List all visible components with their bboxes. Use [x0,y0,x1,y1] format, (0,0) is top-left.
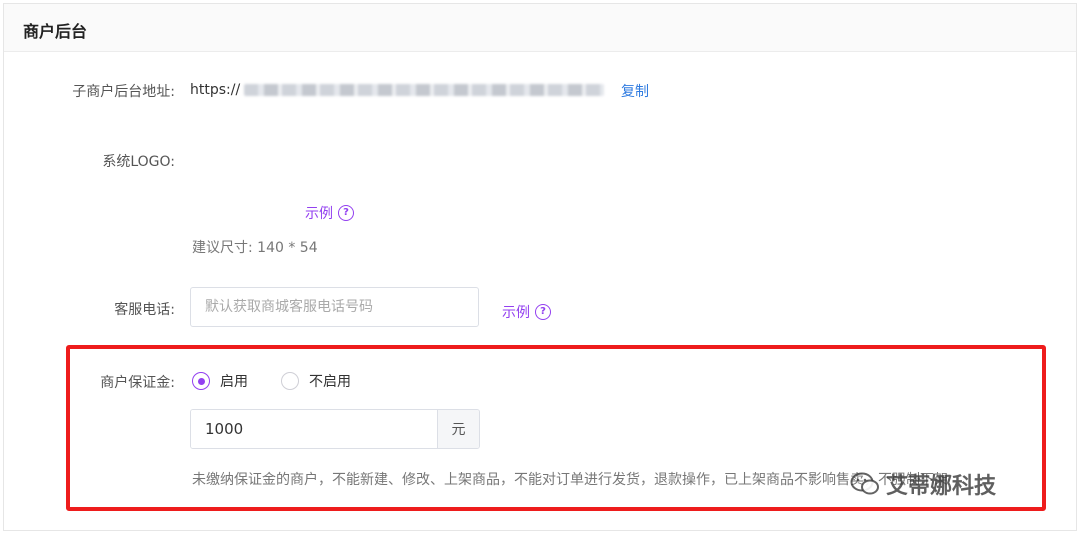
question-circle-icon: ? [338,205,354,221]
radio-selected-icon [192,372,210,390]
deposit-disable-label: 不启用 [309,374,351,390]
deposit-enable-label: 启用 [220,374,248,390]
service-phone-label: 客服电话: [114,302,175,318]
admin-url-prefix: https:// [190,82,241,98]
watermark-text: 艾蒂娜科技 [886,474,997,499]
deposit-note: 未缴纳保证金的商户，不能新建、修改、上架商品，不能对订单进行发货，退款操作，已上… [192,472,948,488]
watermark: 艾蒂娜科技 [850,468,996,500]
logo-label: 系统LOGO: [102,154,175,170]
copy-url-button[interactable]: 复制 [621,81,649,101]
deposit-unit: 元 [437,410,479,448]
service-phone-input[interactable] [190,287,479,327]
deposit-amount-input[interactable] [191,410,437,448]
radio-unselected-icon [281,372,299,390]
logo-example-link[interactable]: 示例 ? [305,203,354,223]
card-title: 商户后台 [23,22,88,41]
phone-example-label: 示例 [502,305,530,321]
admin-url-label: 子商户后台地址: [72,84,175,100]
card-header: 商户后台 [4,4,1076,52]
admin-url-blurred [244,84,605,96]
wechat-icon [850,472,879,495]
deposit-enable-radio[interactable]: 启用 [192,371,248,391]
deposit-label: 商户保证金: [100,375,175,391]
logo-example-label: 示例 [305,206,333,222]
question-circle-icon: ? [535,304,551,320]
deposit-disable-radio[interactable]: 不启用 [281,371,351,391]
logo-size-hint: 建议尺寸: 140 * 54 [192,240,318,256]
admin-url-value: https:// [190,80,605,100]
deposit-amount-group: 元 [190,409,480,449]
phone-example-link[interactable]: 示例 ? [502,302,551,322]
